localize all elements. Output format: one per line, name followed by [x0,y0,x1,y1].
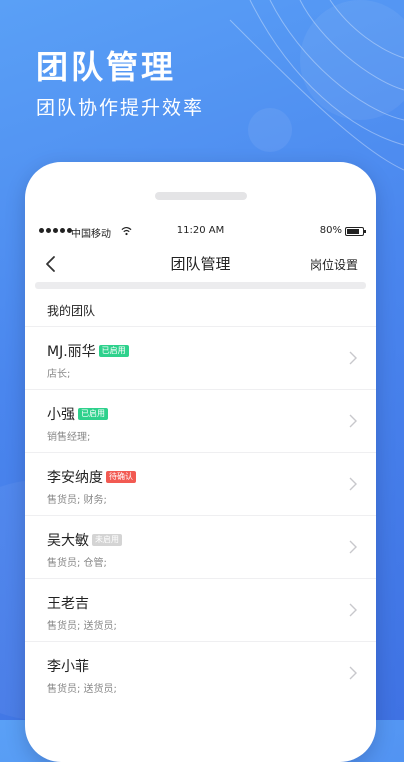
list-item[interactable]: 李小菲 售货员; 送货员; [25,641,376,704]
member-role: 售货员; 仓管; [47,558,107,569]
section-title: 我的团队 [47,304,96,318]
status-badge: 未启用 [92,534,122,546]
member-name: 王老吉 [47,596,89,612]
member-role: 售货员; 财务; [47,495,107,506]
member-role: 售货员; 送货员; [47,621,117,632]
member-name: MJ.丽华 [47,344,96,360]
member-role: 店长; [47,369,71,380]
nav-bar: 团队管理 岗位设置 [25,246,376,282]
list-item[interactable]: 吴大敏 未启用 售货员; 仓管; [25,515,376,578]
status-badge: 待确认 [106,471,136,483]
chevron-right-icon [349,666,357,680]
promo-title: 团队管理 [36,48,177,86]
member-name: 李小菲 [47,659,89,675]
member-list: MJ.丽华 已启用 店长; 小强 已启用 销售经理; 李安纳度 待确认 售货员;… [25,326,376,704]
chevron-right-icon [349,414,357,428]
chevron-right-icon [349,477,357,491]
battery-percent: 80% [319,225,342,236]
member-name: 李安纳度 [47,470,103,486]
chevron-right-icon [349,603,357,617]
list-item[interactable]: 李安纳度 待确认 售货员; 财务; [25,452,376,515]
position-settings-button[interactable]: 岗位设置 [310,256,358,273]
list-item[interactable]: 王老吉 售货员; 送货员; [25,578,376,641]
list-item[interactable]: MJ.丽华 已启用 店长; [25,326,376,389]
member-role: 销售经理; [47,432,91,443]
phone-speaker [155,192,247,200]
chevron-right-icon [349,540,357,554]
member-name: 小强 [47,407,75,423]
status-badge: 已启用 [78,408,108,420]
promo-subtitle: 团队协作提升效率 [36,97,205,119]
chevron-right-icon [349,351,357,365]
status-bar: 中国移动 11:20 AM 80% [25,224,376,242]
status-badge: 已启用 [98,345,129,357]
battery-icon [345,227,366,236]
phone-frame: 中国移动 11:20 AM 80% 团队管理 岗位设置 我的团队 MJ.丽华 已… [25,162,376,762]
list-item[interactable]: 小强 已启用 销售经理; [25,389,376,452]
member-role: 售货员; 送货员; [47,684,117,695]
nav-divider [35,282,366,289]
member-name: 吴大敏 [47,533,89,549]
